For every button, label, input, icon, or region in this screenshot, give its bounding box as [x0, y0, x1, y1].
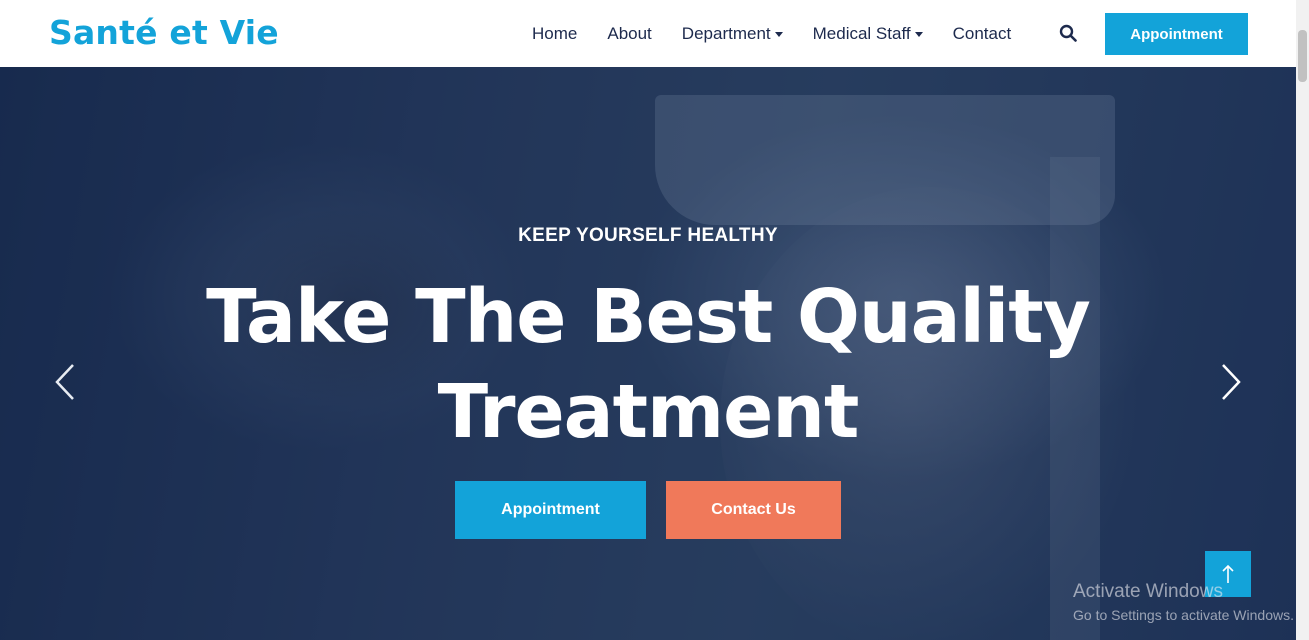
nav-medical-staff-label: Medical Staff: [812, 23, 911, 43]
nav-department[interactable]: Department: [682, 24, 783, 44]
nav-home-label: Home: [532, 23, 578, 43]
scrollbar-thumb[interactable]: [1298, 30, 1307, 82]
windows-activation-watermark: Activate Windows Go to Settings to activ…: [1073, 581, 1294, 623]
nav-links: Home About Department Medical Staff Cont…: [532, 0, 1041, 67]
hero-carousel: KEEP YOURSELF HEALTHY Take The Best Qual…: [0, 67, 1296, 640]
nav-department-label: Department: [681, 23, 771, 43]
search-icon[interactable]: [1059, 24, 1077, 42]
nav-home[interactable]: Home: [532, 24, 577, 44]
carousel-next-icon[interactable]: [1219, 362, 1243, 402]
hero-title: Take The Best Quality Treatment: [206, 274, 1091, 455]
appointment-button[interactable]: Appointment: [1105, 13, 1248, 55]
nav-contact-label: Contact: [952, 23, 1012, 43]
nav-contact[interactable]: Contact: [953, 24, 1012, 44]
caret-down-icon: [774, 31, 783, 37]
navbar: Santé et Vie Home About Department Medic…: [0, 0, 1296, 67]
page-scrollbar[interactable]: [1296, 0, 1309, 640]
watermark-title: Activate Windows: [1073, 581, 1223, 602]
nav-about[interactable]: About: [607, 24, 651, 44]
brand-logo[interactable]: Santé et Vie: [49, 13, 279, 52]
hero-appointment-button[interactable]: Appointment: [455, 481, 646, 539]
caret-down-icon: [914, 31, 923, 37]
hero-subtitle: KEEP YOURSELF HEALTHY: [518, 225, 778, 246]
carousel-prev-icon[interactable]: [53, 362, 77, 402]
nav-medical-staff[interactable]: Medical Staff: [813, 24, 923, 44]
watermark-subtitle: Go to Settings to activate Windows.: [1073, 607, 1294, 623]
hero-contact-button[interactable]: Contact Us: [666, 481, 841, 539]
nav-about-label: About: [607, 23, 652, 43]
